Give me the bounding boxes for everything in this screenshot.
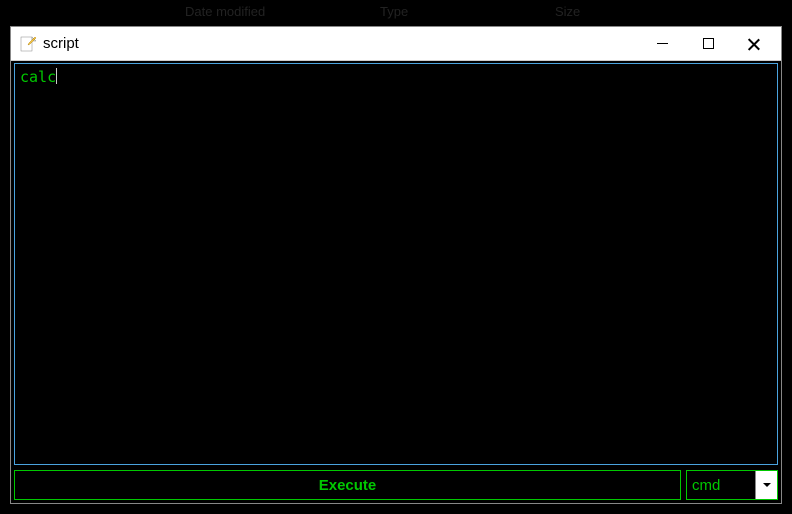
background-column-headers: Date modified Type Size	[0, 0, 792, 25]
bg-header-date: Date modified	[185, 4, 265, 19]
close-icon	[748, 38, 760, 50]
text-cursor	[56, 68, 57, 84]
maximize-icon	[703, 38, 714, 49]
maximize-button[interactable]	[685, 28, 731, 60]
script-editor[interactable]: calc	[14, 63, 778, 465]
dropdown-arrow-button[interactable]	[755, 471, 777, 499]
script-window: script calc Execute cmd	[10, 26, 782, 504]
mode-selected-label: cmd	[687, 471, 755, 499]
bottom-bar: Execute cmd	[14, 470, 778, 500]
window-controls	[639, 28, 777, 60]
close-button[interactable]	[731, 28, 777, 60]
bg-header-type: Type	[380, 4, 408, 19]
minimize-icon	[657, 43, 668, 44]
window-title: script	[43, 35, 639, 52]
content-area: calc Execute cmd	[11, 61, 781, 503]
bg-header-size: Size	[555, 4, 580, 19]
script-content: calc	[20, 68, 56, 86]
minimize-button[interactable]	[639, 28, 685, 60]
chevron-down-icon	[763, 483, 771, 487]
execute-button[interactable]: Execute	[14, 470, 681, 500]
mode-dropdown[interactable]: cmd	[686, 470, 778, 500]
script-file-icon	[19, 35, 37, 53]
execute-label: Execute	[319, 477, 377, 494]
titlebar[interactable]: script	[11, 27, 781, 61]
